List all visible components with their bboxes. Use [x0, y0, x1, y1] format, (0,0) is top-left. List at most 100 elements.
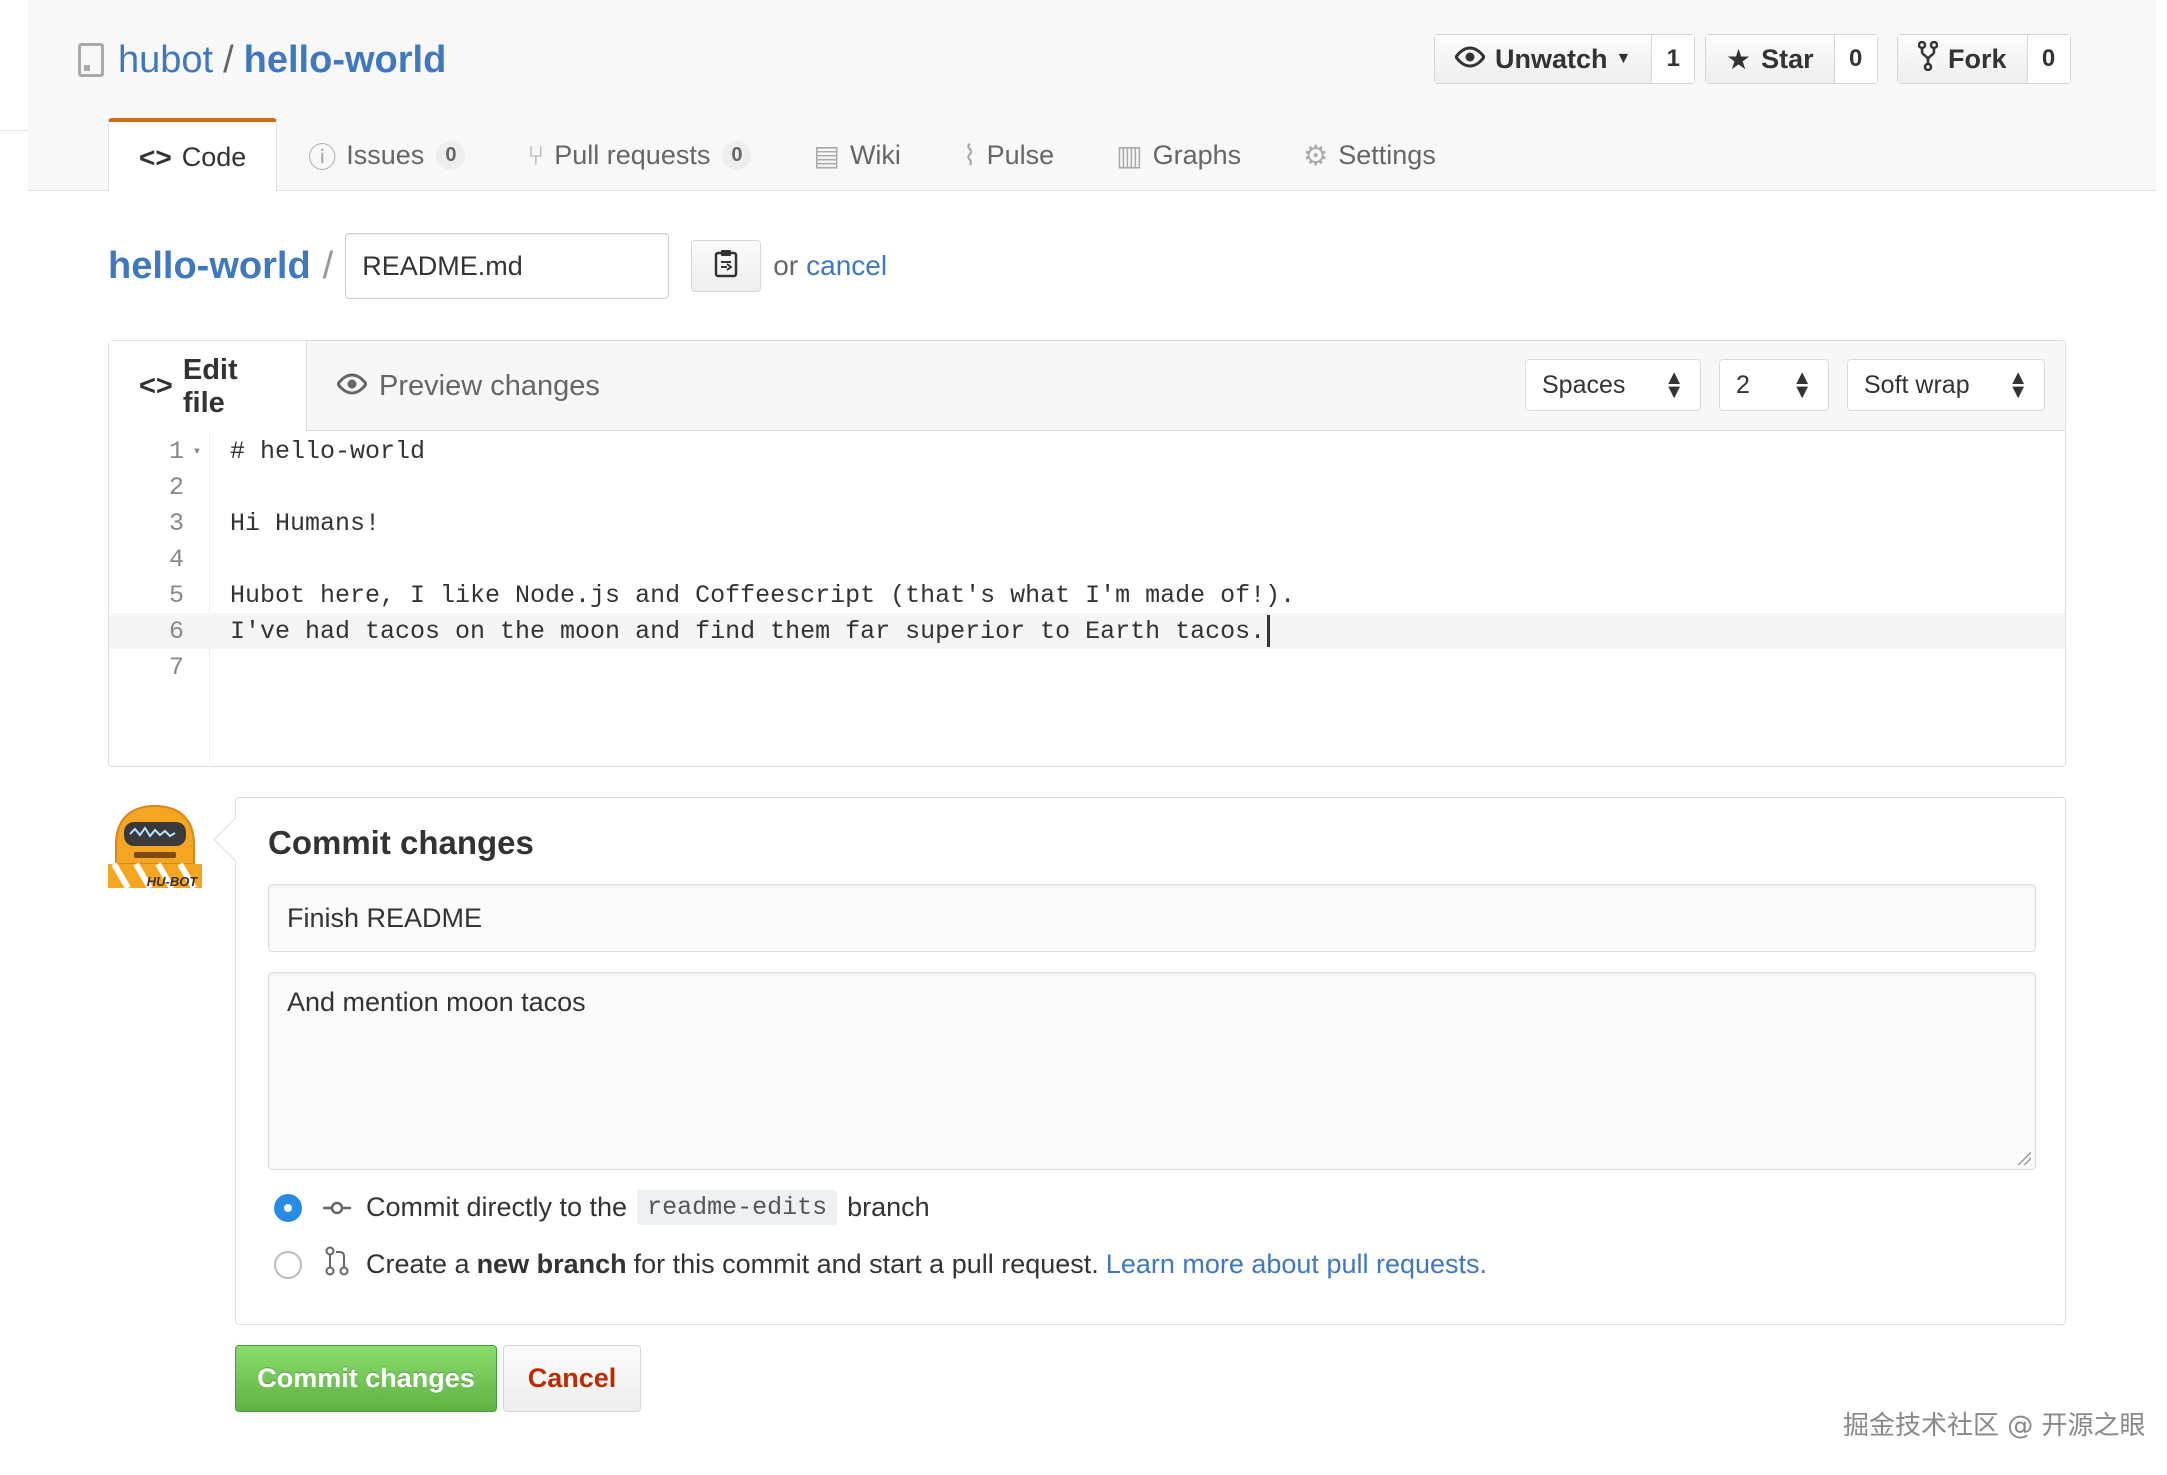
code-line-active[interactable]: 6 I've had tacos on the moon and find th… [109, 613, 2065, 649]
tab-wiki-label: Wiki [849, 140, 901, 170]
indent-size-value: 2 [1736, 370, 1750, 399]
avatar-label: HU-BOT [147, 874, 199, 889]
tab-code[interactable]: <> Code [108, 118, 278, 193]
git-pull-request-icon: ⑂ [527, 139, 545, 171]
select-arrows-icon: ▲ ▼ [2008, 367, 2028, 403]
eye-icon [1454, 43, 1486, 75]
repo-nav: <> Code ⓘ Issues 0 ⑂ Pull requests 0 ▤ W… [108, 118, 1467, 193]
or-text: or [773, 250, 799, 281]
wrap-mode-value: Soft wrap [1864, 370, 1970, 399]
tab-wiki[interactable]: ▤ Wiki [782, 118, 931, 192]
repo-title: hubot / hello-world [78, 34, 446, 86]
tab-issues[interactable]: ⓘ Issues 0 [277, 118, 496, 192]
stargazers-count[interactable]: 0 [1834, 35, 1877, 83]
new-branch-radio[interactable] [274, 1250, 302, 1279]
tab-pulse[interactable]: ⌇ Pulse [932, 118, 1085, 192]
line-number: 6 [168, 616, 184, 646]
tab-pull-requests[interactable]: ⑂ Pull requests 0 [496, 118, 782, 192]
watermark: 掘金技术社区 @ 开源之眼 [1843, 1411, 2146, 1441]
line-number: 5 [168, 580, 184, 610]
line-text: Hi Humans! [230, 508, 381, 538]
editor-options: Spaces ▲ ▼ 2 ▲ ▼ Soft wrap ▲ ▼ [1525, 359, 2045, 411]
indent-mode-value: Spaces [1542, 370, 1626, 399]
new-branch-option[interactable]: Create a new branch for this commit and … [274, 1246, 1487, 1283]
repo-icon [78, 43, 104, 77]
graph-icon: ▥ [1116, 140, 1143, 171]
git-commit-icon [322, 1192, 352, 1223]
line-number: 1 [168, 436, 184, 466]
commit-form: Commit changes Finish README And mention… [235, 797, 2066, 1325]
tab-settings-label: Settings [1338, 140, 1436, 170]
pull-requests-counter: 0 [722, 141, 752, 170]
breadcrumb-separator: / [322, 244, 334, 287]
tab-preview-changes[interactable]: Preview changes [307, 341, 630, 432]
unwatch-button[interactable]: Unwatch ▼ [1435, 35, 1653, 83]
code-line[interactable]: 5 Hubot here, I like Node.js and Coffees… [109, 577, 2065, 613]
star-button-group: ★ Star 0 [1705, 34, 1878, 84]
tab-preview-changes-label: Preview changes [379, 370, 600, 402]
code-line[interactable]: 4 [109, 541, 2065, 577]
watchers-count[interactable]: 1 [1652, 35, 1695, 83]
git-pull-request-icon [322, 1246, 352, 1283]
caret-down-icon: ▼ [1615, 50, 1632, 67]
code-line[interactable]: 7 [109, 649, 2065, 685]
code-line[interactable]: 1 ▾ # hello-world [109, 433, 2065, 469]
code-area[interactable]: 1 ▾ # hello-world 2 3 Hi Humans! 4 5 Hub… [109, 431, 2065, 767]
tab-code-label: Code [181, 142, 247, 172]
commit-direct-option[interactable]: Commit directly to the readme-edits bran… [274, 1190, 930, 1225]
branch-name: readme-edits [637, 1190, 838, 1225]
commit-changes-button[interactable]: Commit changes [235, 1345, 497, 1412]
repo-separator: / [223, 38, 234, 81]
learn-more-link[interactable]: Learn more about pull requests. [1106, 1249, 1487, 1280]
repo-owner-link[interactable]: hubot [118, 39, 213, 82]
new-branch-text: Create a [366, 1249, 470, 1279]
line-text: I've had tacos on the moon and find them… [230, 616, 1266, 646]
line-number: 4 [168, 544, 184, 574]
commit-direct-radio[interactable] [274, 1193, 302, 1222]
commit-direct-suffix: branch [847, 1192, 930, 1222]
text-cursor [1267, 615, 1271, 647]
tab-pull-requests-label: Pull requests [554, 140, 711, 170]
fork-button[interactable]: Fork [1898, 35, 2028, 83]
indent-size-select[interactable]: 2 ▲ ▼ [1719, 359, 1829, 411]
pulse-icon: ⌇ [962, 140, 977, 171]
cancel-link[interactable]: cancel [806, 250, 887, 282]
cancel-button[interactable]: Cancel [503, 1345, 641, 1412]
star-button[interactable]: ★ Star [1706, 35, 1835, 83]
editor-tabs: <> Edit file Preview changes Spaces ▲ ▼ 2… [109, 341, 2065, 432]
commit-description-textarea[interactable]: And mention moon tacos [268, 972, 2036, 1170]
wrap-mode-select[interactable]: Soft wrap ▲ ▼ [1847, 359, 2045, 411]
unwatch-label: Unwatch [1495, 43, 1608, 74]
eye-icon [336, 370, 368, 403]
code-icon: <> [139, 141, 172, 173]
fork-label: Fork [1948, 43, 2007, 74]
tab-edit-file[interactable]: <> Edit file [109, 341, 307, 432]
breadcrumb: hello-world / or cancel [108, 232, 887, 300]
code-line[interactable]: 3 Hi Humans! [109, 505, 2065, 541]
select-arrows-icon: ▲ ▼ [1792, 367, 1812, 403]
code-icon: <> [139, 370, 173, 402]
breadcrumb-repo-link[interactable]: hello-world [108, 245, 311, 288]
repo-name-link[interactable]: hello-world [244, 39, 447, 82]
commit-summary-input[interactable]: Finish README [268, 884, 2036, 952]
gear-icon: ⚙ [1303, 140, 1329, 171]
resize-handle-icon[interactable] [2017, 1151, 2031, 1165]
line-number: 2 [168, 472, 184, 502]
clipboard-button[interactable] [691, 240, 762, 292]
issue-opened-icon: ⓘ [308, 141, 337, 173]
forks-count[interactable]: 0 [2027, 35, 2070, 83]
tab-edit-file-label: Edit file [182, 353, 238, 419]
tab-graphs[interactable]: ▥ Graphs [1085, 118, 1272, 192]
header-divider [0, 130, 28, 131]
indent-mode-select[interactable]: Spaces ▲ ▼ [1525, 359, 1701, 411]
tab-issues-label: Issues [346, 140, 425, 170]
tab-settings[interactable]: ⚙ Settings [1272, 118, 1467, 192]
code-line[interactable]: 2 [109, 469, 2065, 505]
fold-toggle-icon[interactable]: ▾ [184, 443, 210, 460]
filename-input[interactable] [345, 233, 670, 299]
new-branch-bold: new branch [476, 1249, 627, 1279]
star-label: Star [1761, 43, 1814, 74]
fork-icon [1917, 40, 1939, 78]
issues-counter: 0 [436, 141, 466, 170]
tab-pulse-label: Pulse [986, 140, 1055, 170]
